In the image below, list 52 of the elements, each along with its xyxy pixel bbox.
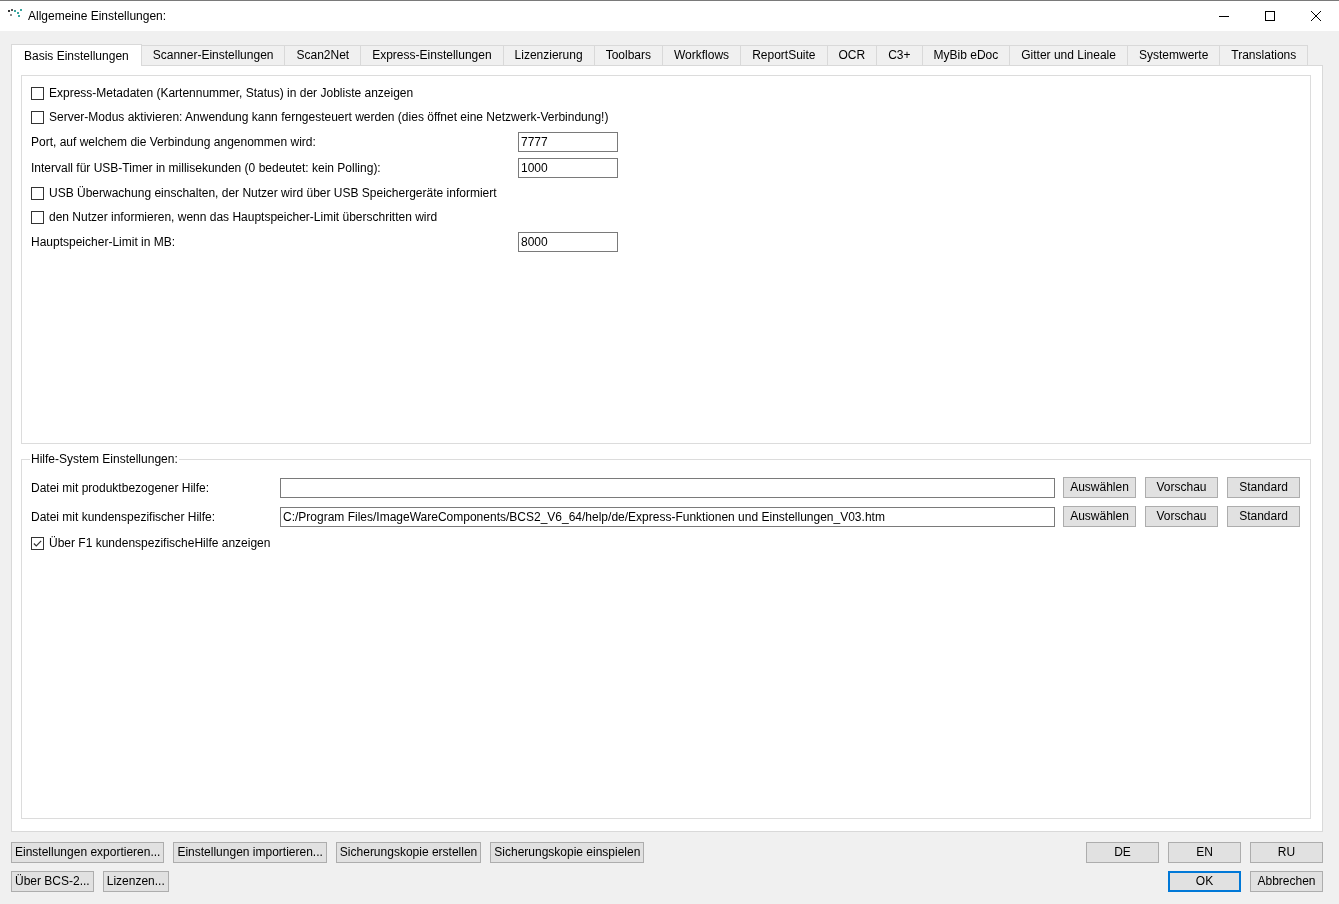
field-label: Datei mit kundenspezifischer Hilfe: xyxy=(31,508,217,526)
checkbox[interactable] xyxy=(31,186,44,200)
tab[interactable]: Express-Einstellungen xyxy=(360,45,504,65)
action-button[interactable]: Sicherungskopie erstellen xyxy=(335,842,482,863)
checkbox[interactable] xyxy=(31,536,44,550)
group-title: Hilfe-System Einstellungen: xyxy=(30,452,179,467)
file-action-button[interactable]: Auswählen xyxy=(1063,506,1136,527)
language-button[interactable]: RU xyxy=(1250,842,1323,863)
action-button[interactable]: Einstellungen importieren... xyxy=(173,842,327,863)
close-icon xyxy=(1311,11,1321,21)
input-field[interactable]: 1000 xyxy=(518,158,618,178)
field-label: Datei mit produktbezogener Hilfe: xyxy=(31,479,211,497)
tab[interactable]: Translations xyxy=(1219,45,1309,65)
language-button[interactable]: DE xyxy=(1086,842,1159,863)
action-button[interactable]: Sicherungskopie einspielen xyxy=(490,842,645,863)
minimize-icon xyxy=(1219,15,1229,17)
language-button[interactable]: EN xyxy=(1168,842,1241,863)
input-field[interactable] xyxy=(280,477,1055,498)
action-button[interactable]: Über BCS-2... xyxy=(11,871,94,892)
checkbox-label[interactable]: Express-Metadaten (Kartennummer, Status) in der Jobliste anzeigen xyxy=(49,84,414,102)
checkbox[interactable] xyxy=(31,110,44,124)
window-title: Allgemeine Einstellungen: xyxy=(28,8,167,25)
file-action-button[interactable]: Vorschau xyxy=(1145,477,1218,498)
checkmark-icon xyxy=(33,539,42,547)
tab[interactable]: Basis Einstellungen xyxy=(11,44,142,66)
tab[interactable]: Lizenzierung xyxy=(502,45,595,65)
tab[interactable]: ReportSuite xyxy=(740,45,828,65)
checkbox-label[interactable]: Über F1 kundenspezifischeHilfe anzeigen xyxy=(49,534,271,552)
checkbox-label[interactable]: Server-Modus aktivieren: Anwendung kann ferngesteuert werden (dies öffnet eine Netzwerk-Verbindung!) xyxy=(49,108,609,126)
input-field[interactable]: 8000 xyxy=(518,232,618,252)
file-action-button[interactable]: Standard xyxy=(1227,506,1300,527)
action-button[interactable]: Lizenzen... xyxy=(102,871,169,892)
checkbox-label[interactable]: den Nutzer informieren, wenn das Hauptspeicher-Limit überschritten wird xyxy=(49,208,438,226)
field-label: Hauptspeicher-Limit in MB: xyxy=(31,234,177,251)
checkbox[interactable] xyxy=(31,86,44,100)
action-button[interactable]: Einstellungen exportieren... xyxy=(11,842,165,863)
tab[interactable]: MyBib eDoc xyxy=(921,45,1011,65)
app-icon xyxy=(8,9,22,17)
input-field[interactable]: C:/Program Files/ImageWareComponents/BCS2_V6_64/help/de/Express-Funktionen und Einstellungen_V03.htm xyxy=(280,506,1055,527)
tab[interactable]: Scanner-Einstellungen xyxy=(140,45,286,65)
field-label: Port, auf welchem die Verbindung angenommen wird: xyxy=(31,134,317,151)
dialog-button[interactable]: OK xyxy=(1168,871,1241,892)
checkbox-label[interactable]: USB Überwachung einschalten, der Nutzer wird über USB Speichergeräte informiert xyxy=(49,184,497,202)
dialog-button[interactable]: Abbrechen xyxy=(1250,871,1323,892)
file-action-button[interactable]: Vorschau xyxy=(1145,506,1218,527)
file-action-button[interactable]: Standard xyxy=(1227,477,1300,498)
file-action-button[interactable]: Auswählen xyxy=(1063,477,1136,498)
tab[interactable]: Systemwerte xyxy=(1126,45,1221,65)
input-field[interactable]: 7777 xyxy=(518,132,618,152)
checkbox[interactable] xyxy=(31,210,44,224)
maximize-icon xyxy=(1265,11,1275,21)
field-label: Intervall für USB-Timer in millisekunden (0 bedeutet: kein Polling): xyxy=(31,160,382,177)
